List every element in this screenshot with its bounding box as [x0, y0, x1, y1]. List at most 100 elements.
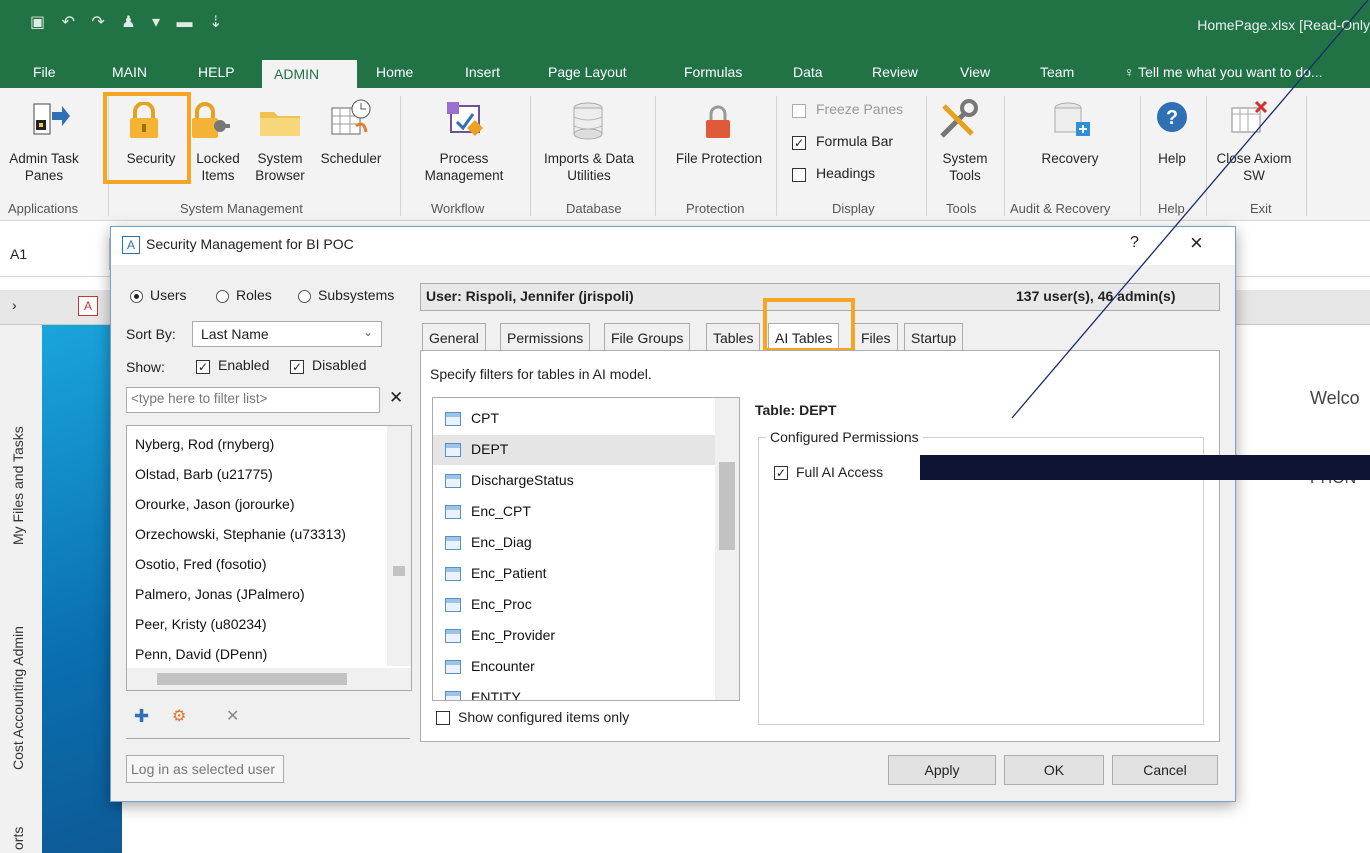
tab-view[interactable]: View: [960, 64, 990, 80]
system-browser-button[interactable]: System Browser: [250, 150, 310, 184]
tab-file-groups[interactable]: File Groups: [604, 323, 691, 351]
group-label-audit-recovery: Audit & Recovery: [1010, 201, 1111, 216]
tab-review[interactable]: Review: [872, 64, 918, 80]
group-separator: [530, 96, 531, 216]
scrollbar-thumb[interactable]: [719, 462, 735, 550]
tab-general[interactable]: General: [422, 323, 486, 351]
close-icon[interactable]: ×: [1190, 230, 1203, 256]
formula-bar-checkbox[interactable]: ✓: [792, 136, 806, 150]
admin-task-panes-button[interactable]: Admin Task Panes: [0, 150, 88, 184]
radio-users[interactable]: [130, 290, 143, 303]
enabled-checkbox[interactable]: ✓: [196, 360, 210, 374]
filter-placeholder: <type here to filter list>: [131, 391, 268, 406]
tab-admin[interactable]: ADMIN: [262, 60, 357, 88]
tab-startup[interactable]: Startup: [904, 323, 964, 351]
show-configured-checkbox[interactable]: [436, 711, 450, 725]
tables-vertical-scrollbar[interactable]: [715, 398, 739, 700]
tab-page-layout[interactable]: Page Layout: [548, 64, 627, 80]
tab-formulas[interactable]: Formulas: [684, 64, 742, 80]
list-item[interactable]: Orourke, Jason (jorourke): [135, 496, 295, 512]
list-item[interactable]: Penn, David (DPenn): [135, 646, 267, 662]
tab-team[interactable]: Team: [1040, 64, 1074, 80]
chevron-right-icon[interactable]: ›: [12, 297, 17, 313]
users-vertical-scrollbar[interactable]: [387, 426, 411, 666]
side-tab-my-files[interactable]: My Files and Tasks: [10, 426, 26, 545]
ok-button[interactable]: OK: [1004, 755, 1104, 785]
list-item[interactable]: ENTITY: [471, 689, 521, 700]
side-tab-cost-accounting[interactable]: Cost Accounting Admin: [10, 626, 26, 770]
list-item[interactable]: Peer, Kristy (u80234): [135, 616, 267, 632]
tab-files[interactable]: Files: [854, 323, 898, 351]
tab-home[interactable]: Home: [376, 64, 413, 80]
quick-access-toolbar[interactable]: ▣ ↶ ↷ ♟ ▾ ▬ ⇣: [30, 12, 228, 32]
group-label-applications: Applications: [8, 201, 79, 216]
tell-me-box[interactable]: ♀ Tell me what you want to do...: [1124, 64, 1323, 80]
tab-tables[interactable]: Tables: [706, 323, 761, 351]
scrollbar-thumb[interactable]: [393, 566, 405, 576]
tab-main[interactable]: MAIN: [112, 64, 147, 80]
clear-filter-icon[interactable]: ✕: [389, 388, 403, 408]
cancel-button[interactable]: Cancel: [1112, 755, 1218, 785]
scheduler-button[interactable]: Scheduler: [312, 150, 390, 167]
axiom-logo-icon: A: [78, 296, 98, 316]
apply-button[interactable]: Apply: [888, 755, 996, 785]
list-item[interactable]: Enc_Diag: [471, 534, 532, 550]
tab-permissions[interactable]: Permissions: [500, 323, 591, 351]
close-axiom-button[interactable]: Close Axiom SW: [1212, 150, 1296, 184]
process-management-button[interactable]: Process Management: [408, 150, 520, 184]
selected-user-label: User: Rispoli, Jennifer (jrispoli): [426, 288, 634, 304]
tab-help[interactable]: HELP: [198, 64, 235, 80]
radio-subsystems[interactable]: [298, 290, 311, 303]
full-ai-access-checkbox[interactable]: ✓: [774, 466, 788, 480]
tab-insert[interactable]: Insert: [465, 64, 500, 80]
freeze-panes-checkbox[interactable]: [792, 104, 806, 118]
recovery-button[interactable]: Recovery: [1020, 150, 1120, 167]
list-item[interactable]: DischargeStatus: [471, 472, 574, 488]
login-as-selected-user-button[interactable]: Log in as selected user: [126, 755, 284, 783]
sort-by-value: Last Name: [201, 326, 269, 342]
list-item[interactable]: DEPT: [471, 441, 508, 457]
list-item[interactable]: Enc_Patient: [471, 565, 547, 581]
group-label-exit: Exit: [1250, 201, 1272, 216]
radio-roles[interactable]: [216, 290, 229, 303]
configured-permissions-label: Configured Permissions: [766, 429, 923, 445]
file-protection-button[interactable]: File Protection: [664, 150, 774, 167]
lightbulb-icon: ♀: [1124, 64, 1135, 80]
tab-file[interactable]: File: [33, 64, 56, 80]
add-user-icon[interactable]: ✚: [134, 706, 149, 727]
name-box[interactable]: A1: [0, 238, 110, 270]
list-item[interactable]: Orzechowski, Stephanie (u73313): [135, 526, 346, 542]
help-icon[interactable]: ?: [1130, 234, 1139, 252]
users-list[interactable]: Nyberg, Rod (rnyberg) Olstad, Barb (u217…: [126, 425, 412, 691]
sort-by-select[interactable]: Last Name ⌄: [192, 321, 382, 347]
filter-input[interactable]: <type here to filter list>: [126, 387, 380, 413]
scrollbar-thumb[interactable]: [157, 673, 347, 685]
list-item[interactable]: Encounter: [471, 658, 535, 674]
full-ai-access-label: Full AI Access: [796, 464, 884, 480]
redaction-bar: [920, 455, 1370, 480]
list-item[interactable]: Enc_CPT: [471, 503, 531, 519]
sort-by-label: Sort By:: [126, 326, 176, 342]
list-item[interactable]: Olstad, Barb (u21775): [135, 466, 273, 482]
disabled-checkbox[interactable]: ✓: [290, 360, 304, 374]
users-horizontal-scrollbar[interactable]: [127, 668, 411, 690]
list-item[interactable]: Osotio, Fred (fosotio): [135, 556, 267, 572]
tab-data[interactable]: Data: [793, 64, 823, 80]
locked-items-icon: [192, 102, 230, 138]
delete-user-icon[interactable]: ✕: [226, 706, 239, 726]
chevron-down-icon: ⌄: [362, 325, 373, 339]
list-item[interactable]: Nyberg, Rod (rnyberg): [135, 436, 274, 452]
help-button[interactable]: Help: [1148, 150, 1196, 167]
list-item[interactable]: CPT: [471, 410, 499, 426]
list-item[interactable]: Palmero, Jonas (JPalmero): [135, 586, 305, 602]
user-settings-icon[interactable]: ⚙: [172, 706, 186, 726]
tables-list[interactable]: CPT DEPT DischargeStatus Enc_CPT Enc_Dia…: [432, 397, 740, 701]
list-item[interactable]: Enc_Provider: [471, 627, 555, 643]
locked-items-button[interactable]: Locked Items: [188, 150, 248, 184]
headings-checkbox[interactable]: [792, 168, 806, 182]
side-tab-reports[interactable]: orts: [10, 827, 26, 850]
list-item[interactable]: Enc_Proc: [471, 596, 532, 612]
imports-data-utilities-button[interactable]: Imports & Data Utilities: [536, 150, 642, 184]
system-tools-button[interactable]: System Tools: [934, 150, 996, 184]
radio-roles-label: Roles: [236, 287, 272, 303]
